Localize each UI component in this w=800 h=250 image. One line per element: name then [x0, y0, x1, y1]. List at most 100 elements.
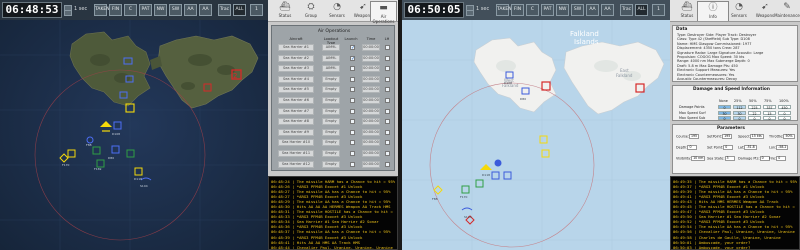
launch-checkbox[interactable]: [350, 98, 355, 103]
chart-map[interactable]: Falkland Islands West Falkland East Falk…: [402, 0, 670, 250]
toolbar-button[interactable]: ALL: [233, 4, 246, 16]
map-canvas[interactable]: Falkland Islands West Falkland East Falk…: [402, 0, 670, 250]
parameter-input[interactable]: 0: [776, 156, 787, 161]
toolbar-button[interactable]: Trac: [218, 4, 231, 16]
launch-checkbox[interactable]: ✓: [350, 45, 355, 51]
parameter-input[interactable]: 0: [687, 145, 698, 150]
loadout-field[interactable]: Empty: [322, 139, 340, 147]
launch-checkbox[interactable]: [350, 151, 355, 156]
launch-checkbox[interactable]: ✓: [350, 55, 355, 61]
launch-time-field[interactable]: 00:00:00: [362, 150, 380, 157]
lh-checkbox[interactable]: [385, 55, 390, 61]
toolbar-button[interactable]: 1: [652, 4, 665, 16]
tab-air-operations[interactable]: ▬ Air Operations: [370, 1, 397, 24]
parameter-input[interactable]: -58.2: [776, 145, 789, 150]
toolbar-button[interactable]: C: [124, 4, 137, 16]
time-compression-down-button[interactable]: [64, 10, 72, 16]
toolbar-button[interactable]: ALL: [635, 4, 648, 16]
table-row[interactable]: Sea Harrier #12 Empty 00:00:00: [274, 160, 394, 169]
launch-time-field[interactable]: 00:00:00: [362, 107, 380, 115]
parameter-input[interactable]: 50%: [783, 134, 795, 139]
message-log[interactable]: 06:49:35 | The missile HARM has a Chance…: [670, 176, 800, 250]
lh-checkbox[interactable]: [385, 140, 390, 146]
toolbar-button[interactable]: AA: [601, 4, 614, 16]
satellite-map[interactable]: 2 D108 F88 F170 D80 F169 D118 S104: [0, 0, 268, 250]
launch-checkbox[interactable]: [350, 87, 355, 93]
table-row[interactable]: Sea Harrier #2 AIM9L ✓ 00:00:00: [274, 54, 394, 63]
lh-checkbox[interactable]: [385, 87, 390, 93]
loadout-field[interactable]: Empty: [322, 150, 340, 157]
lh-checkbox[interactable]: [385, 151, 390, 156]
launch-time-field[interactable]: 00:00:00: [362, 139, 380, 147]
lh-checkbox[interactable]: [385, 98, 390, 103]
loadout-field[interactable]: Empty: [322, 75, 340, 83]
parameter-input[interactable]: -51.8: [744, 145, 757, 150]
table-row[interactable]: Sea Harrier #11 Empty 00:00:00: [274, 149, 394, 158]
table-row[interactable]: Sea Harrier #4 Empty 00:00:00: [274, 75, 394, 84]
toolbar-button[interactable]: Trac: [620, 4, 633, 16]
table-row[interactable]: Sea Harrier #10 Empty 00:00:00: [274, 138, 394, 147]
toolbar-button[interactable]: FIN: [511, 4, 524, 16]
time-compression-down-button[interactable]: [466, 10, 474, 16]
lh-checkbox[interactable]: [385, 108, 390, 114]
message-log[interactable]: 06:48:24 | The missile HARM has a Chance…: [268, 176, 398, 250]
table-row[interactable]: Sea Harrier #7 Empty 00:00:00: [274, 107, 394, 116]
parameter-input[interactable]: 3: [724, 156, 735, 161]
loadout-field[interactable]: Empty: [322, 128, 340, 136]
loadout-field[interactable]: Empty: [322, 160, 340, 168]
table-row[interactable]: Sea Harrier #9 Empty 00:00:00: [274, 128, 394, 137]
launch-time-field[interactable]: 00:00:00: [362, 118, 380, 126]
parameter-input[interactable]: 15 kts: [749, 134, 764, 139]
launch-time-field[interactable]: 00:00:00: [362, 65, 380, 73]
launch-time-field[interactable]: 00:00:00: [362, 75, 380, 83]
toolbar-button[interactable]: AA: [199, 4, 212, 16]
toolbar-button[interactable]: AA: [586, 4, 599, 16]
launch-checkbox[interactable]: [350, 129, 355, 135]
launch-time-field[interactable]: 00:00:00: [362, 44, 380, 51]
launch-checkbox[interactable]: [350, 161, 355, 167]
lh-checkbox[interactable]: [385, 76, 390, 82]
loadout-field[interactable]: Empty: [322, 107, 340, 115]
parameter-input[interactable]: 195: [688, 134, 700, 139]
toolbar-button[interactable]: SW: [571, 4, 584, 16]
loadout-field[interactable]: Empty: [322, 97, 340, 104]
lh-checkbox[interactable]: [385, 66, 390, 72]
launch-time-field[interactable]: 00:00:00: [362, 86, 380, 94]
loadout-field[interactable]: AIM9L: [322, 54, 340, 62]
launch-time-field[interactable]: 00:00:00: [362, 97, 380, 104]
loadout-field[interactable]: Empty: [322, 118, 340, 126]
launch-checkbox[interactable]: [350, 76, 355, 82]
lh-checkbox[interactable]: [385, 129, 390, 135]
map-canvas[interactable]: 2 D108F88F170 D80F169D118 S104: [0, 0, 268, 250]
lh-checkbox[interactable]: [385, 45, 390, 50]
loadout-field[interactable]: AIM9L: [322, 44, 340, 51]
table-row[interactable]: Sea Harrier #8 Empty 00:00:00: [274, 117, 394, 126]
launch-checkbox[interactable]: [350, 119, 355, 125]
loadout-field[interactable]: Empty: [322, 86, 340, 94]
toolbar-button[interactable]: C: [526, 4, 539, 16]
parameter-input[interactable]: 10 nm: [691, 156, 706, 161]
toolbar-button[interactable]: TAKEN: [94, 4, 110, 16]
toolbar-button[interactable]: SW: [169, 4, 182, 16]
toolbar-button[interactable]: AA: [184, 4, 197, 16]
launch-checkbox[interactable]: [350, 108, 355, 114]
launch-time-field[interactable]: 00:00:00: [362, 128, 380, 136]
launch-time-field[interactable]: 00:00:00: [362, 160, 380, 168]
toolbar-button[interactable]: FIN: [109, 4, 122, 16]
parameter-input[interactable]: 0: [723, 145, 734, 150]
parameter-input[interactable]: 195: [722, 134, 733, 139]
loadout-field[interactable]: AIM9L: [322, 65, 340, 73]
toolbar-button[interactable]: PAT: [139, 4, 152, 16]
launch-checkbox[interactable]: [350, 140, 355, 146]
toolbar-button[interactable]: PAT: [541, 4, 554, 16]
lh-checkbox[interactable]: [385, 161, 390, 167]
toolbar-button[interactable]: TAKEN: [496, 4, 512, 16]
table-row[interactable]: Sea Harrier #6 Empty 00:00:00: [274, 96, 394, 105]
table-row[interactable]: Sea Harrier #3 AIM9L 00:00:00: [274, 64, 394, 73]
table-row[interactable]: Sea Harrier #1 AIM9L ✓ 00:00:00: [274, 43, 394, 52]
launch-checkbox[interactable]: [350, 66, 355, 72]
tab-maintenance[interactable]: ✎ Maintenance: [774, 1, 800, 21]
launch-time-field[interactable]: 00:00:00: [362, 54, 380, 62]
toolbar-button[interactable]: NW: [154, 4, 167, 16]
lh-checkbox[interactable]: [385, 119, 390, 125]
